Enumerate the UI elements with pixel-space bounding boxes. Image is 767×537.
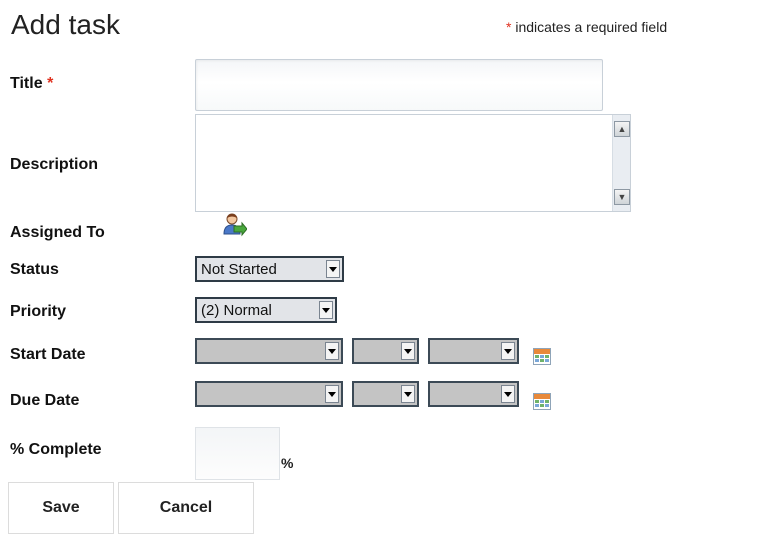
save-button[interactable]: Save [8, 482, 114, 534]
due-date-label: Due Date [10, 392, 80, 409]
title-label-text: Title [10, 75, 43, 92]
description-label: Description [10, 156, 99, 173]
start-date-day-select[interactable] [352, 338, 419, 364]
title-required-star: * [47, 75, 54, 92]
start-date-year-select[interactable] [428, 338, 519, 364]
start-date-label: Start Date [10, 346, 86, 363]
start-date-month-select[interactable] [195, 338, 343, 364]
start-date-calendar-icon[interactable] [533, 348, 551, 365]
assigned-to-label: Assigned To [10, 224, 105, 241]
required-note-text: indicates a required field [511, 19, 668, 35]
chevron-down-icon[interactable] [325, 342, 339, 360]
user-picker-icon[interactable] [221, 212, 248, 238]
chevron-down-icon[interactable] [325, 385, 339, 403]
title-input[interactable] [195, 59, 603, 111]
percent-complete-label: % Complete [10, 441, 102, 458]
status-label: Status [10, 261, 59, 278]
chevron-down-icon[interactable] [501, 342, 515, 360]
percent-complete-input[interactable] [195, 427, 280, 480]
scroll-down-button[interactable]: ▼ [614, 189, 630, 205]
priority-select[interactable]: (2) Normal [195, 297, 337, 323]
chevron-down-icon[interactable] [326, 260, 340, 278]
required-field-note: * indicates a required field [506, 19, 667, 35]
page-title: Add task [11, 9, 120, 40]
due-date-calendar-icon[interactable] [533, 393, 551, 410]
cancel-button[interactable]: Cancel [118, 482, 254, 534]
status-selected-value: Not Started [201, 260, 277, 278]
title-label: Title * [10, 75, 53, 93]
status-select[interactable]: Not Started [195, 256, 344, 282]
priority-label: Priority [10, 303, 67, 320]
chevron-down-icon[interactable] [401, 385, 415, 403]
chevron-down-icon[interactable] [319, 301, 333, 319]
due-date-year-select[interactable] [428, 381, 519, 407]
due-date-month-select[interactable] [195, 381, 343, 407]
scroll-up-button[interactable]: ▲ [614, 121, 630, 137]
description-textarea[interactable]: ▲ ▼ [195, 114, 631, 212]
description-scrollbar[interactable]: ▲ ▼ [612, 115, 630, 211]
percent-unit: % [281, 455, 294, 471]
chevron-down-icon[interactable] [401, 342, 415, 360]
due-date-day-select[interactable] [352, 381, 419, 407]
chevron-down-icon[interactable] [501, 385, 515, 403]
priority-selected-value: (2) Normal [201, 301, 272, 319]
